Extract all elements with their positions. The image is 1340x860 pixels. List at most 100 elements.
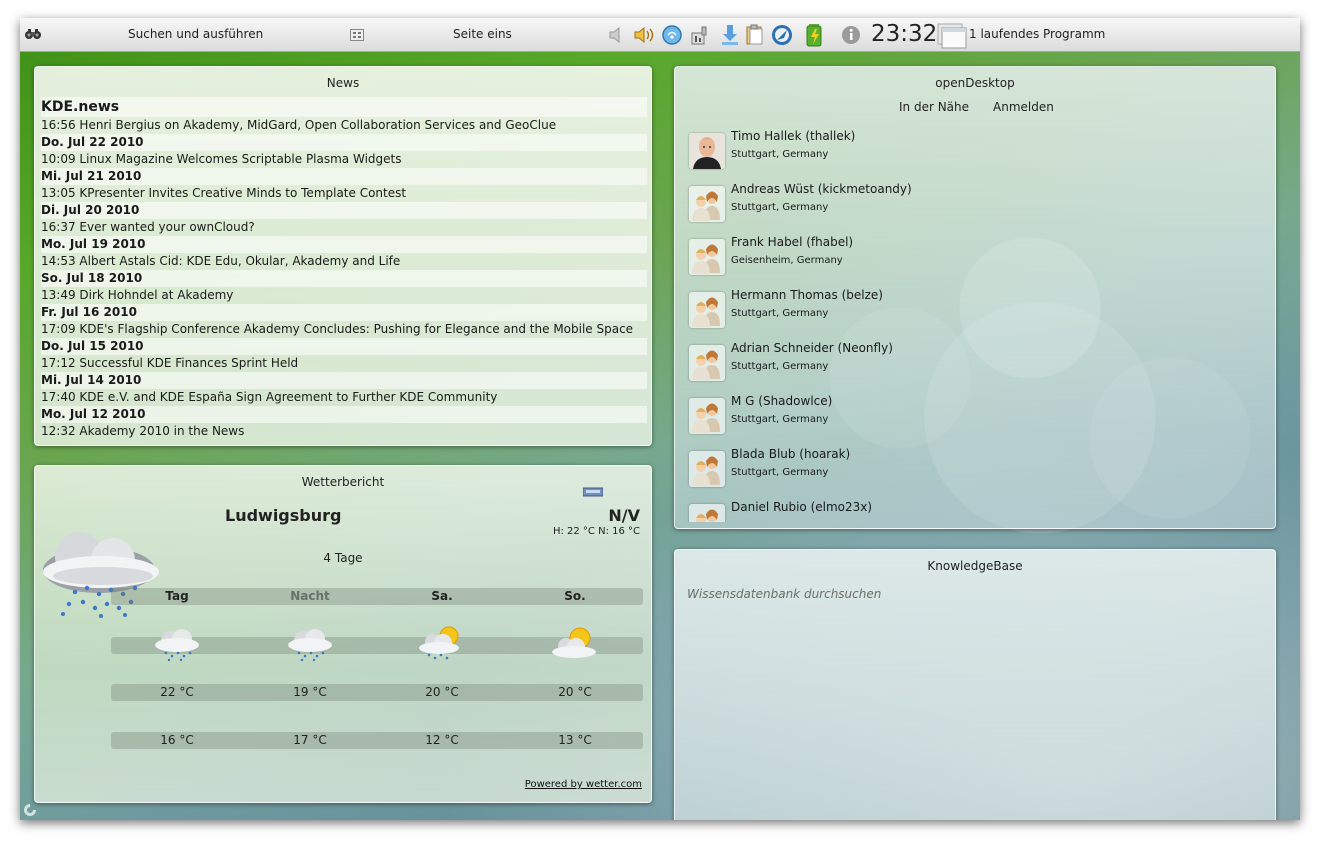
person-name[interactable]: Blada Blub (hoarak) bbox=[731, 447, 850, 461]
people-list: Timo Hallek (thallek) Stuttgart, Germany A… bbox=[675, 129, 1275, 522]
speaker-muted-icon[interactable] bbox=[608, 26, 624, 44]
news-date-heading: So. Jul 18 2010 bbox=[41, 270, 647, 287]
person-name[interactable]: Adrian Schneider (Neonfly) bbox=[731, 341, 893, 355]
person-name[interactable]: M G (Shadowlce) bbox=[731, 394, 832, 408]
news-date-heading: Mi. Jul 14 2010 bbox=[41, 372, 647, 389]
clipboard-icon[interactable] bbox=[745, 24, 765, 46]
forecast-period-label: Nacht bbox=[290, 589, 330, 603]
clock[interactable]: 23:32 bbox=[871, 18, 937, 51]
forecast-low-temp: 16 °C bbox=[160, 733, 194, 747]
activity-button[interactable]: Seite eins bbox=[453, 18, 512, 51]
powered-by-link[interactable]: Powered by wetter.com bbox=[525, 779, 642, 790]
news-title: News bbox=[326, 76, 360, 90]
network-icon[interactable] bbox=[661, 24, 683, 46]
calculator-icon[interactable] bbox=[350, 29, 364, 41]
tab-nearby[interactable]: In der Nähe bbox=[899, 100, 969, 114]
sun-rain-cloud-icon bbox=[376, 626, 508, 662]
news-item-headline[interactable]: KDE's Flagship Conference Akademy Conclu… bbox=[79, 322, 633, 336]
person-entry[interactable]: Daniel Rubio (elmo23x) bbox=[689, 500, 1249, 522]
person-name[interactable]: Daniel Rubio (elmo23x) bbox=[731, 500, 872, 514]
volume-icon[interactable] bbox=[633, 26, 655, 44]
news-item[interactable]: 16:56 Henri Bergius on Akademy, MidGard,… bbox=[41, 117, 647, 134]
person-location: Stuttgart, Germany bbox=[731, 202, 829, 213]
news-item[interactable]: 13:05 KPresenter Invites Creative Minds … bbox=[41, 185, 647, 202]
kget-icon[interactable] bbox=[771, 24, 793, 46]
news-item-time: 16:56 bbox=[41, 118, 76, 132]
news-item-headline[interactable]: Akademy 2010 in the News bbox=[79, 424, 244, 438]
battery-icon[interactable] bbox=[805, 23, 823, 47]
person-name[interactable]: Andreas Wüst (kickmetoandy) bbox=[731, 182, 912, 196]
person-location: Stuttgart, Germany bbox=[731, 361, 829, 372]
forecast-low-temp: 17 °C bbox=[293, 733, 327, 747]
person-name[interactable]: Frank Habel (fhabel) bbox=[731, 235, 853, 249]
default-user-icon[interactable] bbox=[689, 239, 725, 275]
news-date-heading: Fr. Jul 16 2010 bbox=[41, 304, 647, 321]
runner-button[interactable]: Suchen und ausführen bbox=[128, 18, 263, 51]
weather-hilo: H: 22 °C N: 16 °C bbox=[552, 526, 640, 537]
person-entry[interactable]: M G (Shadowlce) Stuttgart, Germany bbox=[689, 394, 1249, 444]
default-user-icon[interactable] bbox=[689, 504, 725, 522]
news-item[interactable]: 14:53 Albert Astals Cid: KDE Edu, Okular… bbox=[41, 253, 647, 270]
news-item[interactable]: 10:09 Linux Magazine Welcomes Scriptable… bbox=[41, 151, 647, 168]
forecast-period-label: So. bbox=[564, 589, 586, 603]
forecast-days-label: 4 Tage bbox=[323, 551, 363, 565]
person-location: Stuttgart, Germany bbox=[731, 414, 829, 425]
window-icon[interactable] bbox=[937, 22, 967, 49]
news-item-time: 13:05 bbox=[41, 186, 76, 200]
binoculars-icon[interactable] bbox=[25, 28, 41, 40]
cashew-icon[interactable] bbox=[23, 803, 37, 817]
news-item[interactable]: 17:40 KDE e.V. and KDE España Sign Agree… bbox=[41, 389, 647, 406]
person-entry[interactable]: Andreas Wüst (kickmetoandy) Stuttgart, Ge… bbox=[689, 182, 1249, 232]
default-user-icon[interactable] bbox=[689, 186, 725, 222]
knowledgebase-title: KnowledgeBase bbox=[927, 559, 1023, 573]
forecast-low-temp: 12 °C bbox=[425, 733, 459, 747]
download-icon[interactable] bbox=[720, 24, 740, 46]
news-item-headline[interactable]: Dirk Hohndel at Akademy bbox=[79, 288, 233, 302]
news-item-time: 13:49 bbox=[41, 288, 76, 302]
avatar[interactable] bbox=[689, 133, 725, 169]
knowledgebase-search-input[interactable]: Wissensdatenbank durchsuchen bbox=[687, 587, 881, 601]
news-item-time: 17:12 bbox=[41, 356, 76, 370]
news-item-time: 14:53 bbox=[41, 254, 76, 268]
news-item[interactable]: 13:49 Dirk Hohndel at Akademy bbox=[41, 287, 647, 304]
default-user-icon[interactable] bbox=[689, 398, 725, 434]
news-item[interactable]: 16:37 Ever wanted your ownCloud? bbox=[41, 219, 647, 236]
desktop: Suchen und ausführen Seite eins 23:32 1 … bbox=[20, 18, 1300, 820]
person-entry[interactable]: Hermann Thomas (belze) Stuttgart, Germany bbox=[689, 288, 1249, 338]
news-item-headline[interactable]: KDE e.V. and KDE España Sign Agreement t… bbox=[79, 390, 497, 404]
rain-cloud-icon bbox=[111, 626, 243, 662]
news-date-heading: Mo. Jul 19 2010 bbox=[41, 236, 647, 253]
person-location: Geisenheim, Germany bbox=[731, 255, 843, 266]
news-item-headline[interactable]: KPresenter Invites Creative Minds to Tem… bbox=[79, 186, 406, 200]
news-item[interactable]: 17:12 Successful KDE Finances Sprint Hel… bbox=[41, 355, 647, 372]
sun-cloud-icon bbox=[509, 626, 641, 662]
person-name[interactable]: Timo Hallek (thallek) bbox=[731, 129, 855, 143]
news-item-headline[interactable]: Ever wanted your ownCloud? bbox=[79, 220, 254, 234]
tab-login[interactable]: Anmelden bbox=[993, 100, 1054, 114]
weather-city: Ludwigsburg bbox=[225, 506, 342, 525]
default-user-icon[interactable] bbox=[689, 451, 725, 487]
news-item-time: 10:09 bbox=[41, 152, 76, 166]
news-item-headline[interactable]: Linux Magazine Welcomes Scriptable Plasm… bbox=[79, 152, 401, 166]
default-user-icon[interactable] bbox=[689, 292, 725, 328]
news-item[interactable]: 12:32 Akademy 2010 in the News bbox=[41, 423, 647, 440]
taskbar-item[interactable]: 1 laufendes Programm bbox=[969, 18, 1105, 51]
news-date-heading: Do. Jul 15 2010 bbox=[41, 338, 647, 355]
notifications-icon[interactable] bbox=[841, 25, 861, 45]
news-date-heading: Mi. Jul 21 2010 bbox=[41, 168, 647, 185]
news-item-headline[interactable]: Henri Bergius on Akademy, MidGard, Open … bbox=[79, 118, 556, 132]
news-item[interactable]: 17:09 KDE's Flagship Conference Akademy … bbox=[41, 321, 647, 338]
forecast-high-temp: 20 °C bbox=[425, 685, 459, 699]
news-item-headline[interactable]: Successful KDE Finances Sprint Held bbox=[79, 356, 298, 370]
person-entry[interactable]: Timo Hallek (thallek) Stuttgart, Germany bbox=[689, 129, 1249, 179]
wireless-icon[interactable] bbox=[690, 25, 708, 45]
person-entry[interactable]: Frank Habel (fhabel) Geisenheim, Germany bbox=[689, 235, 1249, 285]
person-name[interactable]: Hermann Thomas (belze) bbox=[731, 288, 883, 302]
news-date-heading: Mo. Jul 12 2010 bbox=[41, 406, 647, 423]
person-location: Stuttgart, Germany bbox=[731, 467, 829, 478]
weather-title: Wetterbericht bbox=[301, 475, 385, 489]
default-user-icon[interactable] bbox=[689, 345, 725, 381]
news-item-headline[interactable]: Albert Astals Cid: KDE Edu, Okular, Akad… bbox=[79, 254, 400, 268]
person-entry[interactable]: Adrian Schneider (Neonfly) Stuttgart, Ger… bbox=[689, 341, 1249, 391]
person-entry[interactable]: Blada Blub (hoarak) Stuttgart, Germany bbox=[689, 447, 1249, 497]
